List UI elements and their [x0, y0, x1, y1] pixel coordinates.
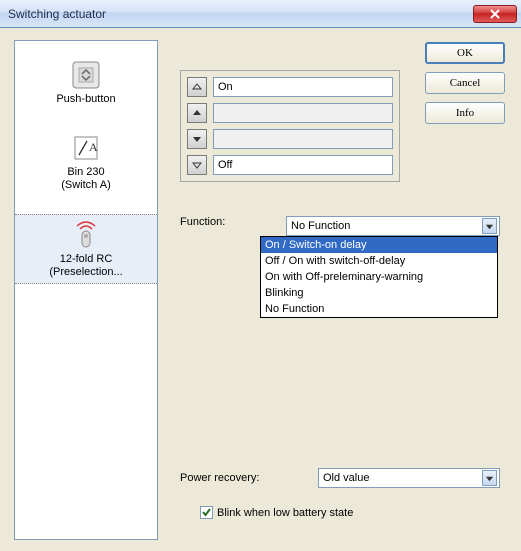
push-button-icon [70, 59, 102, 91]
device-label-2: (Switch A) [17, 179, 155, 192]
function-option[interactable]: Off / On with switch-off-delay [261, 253, 497, 269]
action-up-on-field[interactable]: On [213, 77, 393, 97]
device-item-push-button[interactable]: Push-button [15, 55, 157, 110]
ok-button[interactable]: OK [425, 42, 505, 64]
device-label: Push-button [17, 93, 155, 106]
power-recovery-combo[interactable]: Old value [318, 468, 500, 488]
action-down-blank-field[interactable] [213, 129, 393, 149]
blink-checkbox-row[interactable]: Blink when low battery state [200, 506, 353, 519]
power-recovery-value: Old value [323, 472, 369, 484]
title-bar: Switching actuator [0, 0, 521, 28]
device-item-bin230[interactable]: A Bin 230 (Switch A) [15, 128, 157, 196]
device-list: Push-button A Bin 230 (Switch A) 12-fold… [14, 40, 158, 540]
arrow-down-outline-icon[interactable] [187, 155, 207, 175]
row-down-blank [187, 129, 393, 149]
chevron-down-icon [482, 218, 497, 234]
function-option[interactable]: No Function [261, 301, 497, 317]
window-title: Switching actuator [8, 7, 473, 21]
row-up-on: On [187, 77, 393, 97]
row-down-off: Off [187, 155, 393, 175]
device-label-2: (Preselection... [17, 266, 155, 279]
chevron-down-icon [482, 470, 497, 486]
blink-checkbox[interactable] [200, 506, 213, 519]
svg-text:A: A [89, 140, 98, 154]
switch-icon: A [70, 132, 102, 164]
row-up-blank [187, 103, 393, 123]
device-label-1: 12-fold RC [17, 253, 155, 266]
action-up-blank-field[interactable] [213, 103, 393, 123]
remote-icon [70, 219, 102, 251]
function-combo[interactable]: No Function [286, 216, 500, 236]
cancel-button[interactable]: Cancel [425, 72, 505, 94]
function-option[interactable]: Blinking [261, 285, 497, 301]
device-item-12fold-rc[interactable]: 12-fold RC (Preselection... [15, 214, 157, 284]
close-button[interactable] [473, 5, 517, 23]
action-rows-group: On Off [180, 70, 400, 182]
function-option[interactable]: On with Off-preleminary-warning [261, 269, 497, 285]
info-button[interactable]: Info [425, 102, 505, 124]
power-recovery-label: Power recovery: [180, 472, 310, 484]
client-area: Push-button A Bin 230 (Switch A) 12-fold… [0, 28, 521, 551]
check-icon [201, 507, 212, 518]
arrow-up-solid-icon[interactable] [187, 103, 207, 123]
blink-checkbox-label: Blink when low battery state [217, 507, 353, 519]
function-option[interactable]: On / Switch-on delay [261, 237, 497, 253]
action-down-off-field[interactable]: Off [213, 155, 393, 175]
close-icon [490, 9, 500, 19]
function-combo-value: No Function [291, 220, 350, 232]
arrow-up-outline-icon[interactable] [187, 77, 207, 97]
device-label-1: Bin 230 [17, 166, 155, 179]
function-dropdown-list[interactable]: On / Switch-on delay Off / On with switc… [260, 236, 498, 318]
arrow-down-solid-icon[interactable] [187, 129, 207, 149]
function-label: Function: [180, 216, 278, 228]
